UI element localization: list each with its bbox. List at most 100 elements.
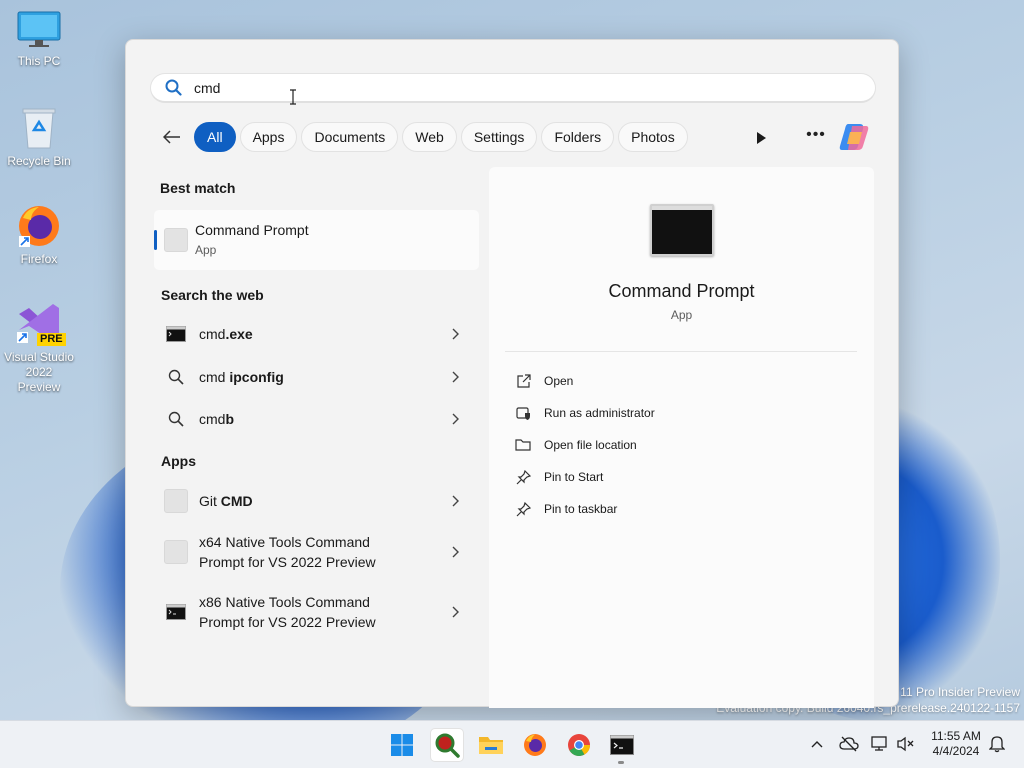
- network-monitor-icon: [871, 736, 887, 751]
- action-label: Run as administrator: [544, 406, 655, 420]
- clock-time: 11:55 AM: [931, 729, 981, 743]
- shield-icon: [515, 406, 530, 420]
- taskbar-search-button[interactable]: [431, 729, 463, 761]
- web-result-suffix: b: [225, 411, 235, 427]
- firefox-icon: [19, 206, 59, 247]
- action-label: Open file location: [544, 438, 637, 452]
- onedrive-status-button[interactable]: [838, 733, 860, 755]
- more-options-button[interactable]: •••: [804, 126, 828, 148]
- taskbar-clock[interactable]: 11:55 AM 4/4/2024: [924, 729, 988, 759]
- folder-icon: [515, 439, 531, 451]
- filter-photos[interactable]: Photos: [618, 122, 688, 152]
- chevron-right-icon: [452, 328, 459, 340]
- web-result-suffix: ipconfig: [229, 369, 284, 385]
- app-result-suffix: CMD: [220, 493, 253, 509]
- web-result-item[interactable]: cmdb: [154, 408, 479, 430]
- filter-apps[interactable]: Apps: [239, 122, 298, 152]
- action-open-file-location[interactable]: Open file location: [515, 433, 637, 457]
- copilot-icon[interactable]: [838, 122, 870, 152]
- desktop-icon-visual-studio[interactable]: PRE Visual Studio 2022 Preview: [0, 300, 78, 395]
- chevron-up-icon: [811, 741, 823, 748]
- app-result-title-line2: Prompt for VS 2022 Preview: [199, 614, 376, 630]
- search-icon: [168, 369, 184, 385]
- start-button[interactable]: [386, 729, 418, 761]
- back-button[interactable]: [156, 121, 188, 153]
- terminal-icon: [166, 604, 186, 620]
- search-web-heading: Search the web: [161, 287, 264, 303]
- web-result-prefix: cmd: [199, 326, 226, 342]
- app-result-item[interactable]: x64 Native Tools Command Prompt for VS 2…: [154, 532, 479, 572]
- taskbar-command-prompt[interactable]: [606, 729, 638, 761]
- windows-logo-icon: [391, 734, 413, 756]
- web-result-suffix: .exe: [225, 326, 253, 342]
- filter-folders[interactable]: Folders: [541, 122, 615, 152]
- filter-settings[interactable]: Settings: [460, 122, 538, 152]
- desktop-icon-label: Visual Studio 2022 Preview: [4, 350, 74, 394]
- app-result-prefix: Git: [199, 493, 221, 509]
- terminal-icon: [166, 326, 186, 342]
- action-label: Pin to taskbar: [544, 502, 618, 516]
- app-result-item[interactable]: Git CMD: [154, 488, 479, 514]
- app-placeholder-icon: [164, 228, 188, 252]
- app-result-title: x64 Native Tools Command: [199, 534, 370, 550]
- firefox-icon: [524, 734, 546, 756]
- action-label: Pin to Start: [544, 470, 604, 484]
- apps-heading: Apps: [161, 453, 196, 469]
- running-indicator: [618, 761, 624, 764]
- desktop-icon-label: Recycle Bin: [7, 154, 71, 168]
- monitor-icon: [17, 11, 61, 47]
- web-result-item[interactable]: cmd ipconfig: [154, 366, 479, 388]
- chevron-right-icon: [452, 495, 459, 507]
- bell-icon: [989, 736, 1005, 753]
- preview-subtitle: App: [670, 308, 693, 322]
- recycle-bin-icon: [22, 108, 56, 149]
- pin-icon: [516, 469, 531, 484]
- web-result-item[interactable]: cmd.exe: [154, 323, 479, 345]
- show-hidden-icons-button[interactable]: [806, 733, 828, 755]
- filter-documents[interactable]: Documents: [301, 122, 399, 152]
- desktop-icon-firefox[interactable]: Firefox: [0, 204, 78, 267]
- filter-web[interactable]: Web: [402, 122, 457, 152]
- watermark-edition: 11 Pro Insider Preview: [900, 685, 1020, 699]
- search-input[interactable]: [194, 79, 794, 96]
- app-result-item[interactable]: x86 Native Tools Command Prompt for VS 2…: [154, 592, 479, 632]
- web-result-prefix: cmd: [199, 369, 230, 385]
- desktop-icon-this-pc[interactable]: This PC: [0, 10, 78, 69]
- action-pin-to-taskbar[interactable]: Pin to taskbar: [515, 497, 617, 521]
- taskbar-file-explorer[interactable]: [475, 729, 507, 761]
- preview-pane: Command Prompt App Open Run as administr…: [489, 167, 874, 708]
- search-icon: [168, 411, 184, 427]
- action-label: Open: [544, 374, 574, 388]
- play-icon[interactable]: [751, 128, 771, 148]
- search-box[interactable]: [150, 73, 876, 103]
- chevron-right-icon: [452, 413, 459, 425]
- taskbar: [0, 720, 1024, 768]
- action-pin-to-start[interactable]: Pin to Start: [515, 465, 603, 489]
- best-match-subtitle: App: [195, 243, 217, 257]
- open-external-icon: [516, 373, 531, 388]
- desktop-icon-recycle-bin[interactable]: Recycle Bin: [0, 106, 78, 169]
- selection-accent: [154, 230, 157, 250]
- arrow-left-icon: [163, 130, 180, 144]
- volume-status-button[interactable]: [895, 733, 917, 755]
- speaker-muted-icon: [897, 736, 914, 752]
- folder-icon: [479, 737, 503, 754]
- chrome-icon: [568, 734, 590, 756]
- action-run-as-admin[interactable]: Run as administrator: [515, 401, 655, 425]
- app-result-title-line2: Prompt for VS 2022 Preview: [199, 554, 376, 570]
- filter-all[interactable]: All: [194, 122, 236, 152]
- clock-date: 4/4/2024: [932, 744, 980, 758]
- pin-icon: [516, 501, 531, 516]
- chevron-right-icon: [452, 371, 459, 383]
- preview-title: Command Prompt: [608, 281, 755, 301]
- notifications-button[interactable]: [986, 733, 1008, 755]
- action-open[interactable]: Open: [515, 369, 573, 393]
- best-match-item[interactable]: Command Prompt App: [154, 210, 479, 270]
- chevron-right-icon: [452, 606, 459, 618]
- cloud-offline-icon: [839, 736, 859, 752]
- taskbar-firefox[interactable]: [519, 729, 551, 761]
- network-status-button[interactable]: [870, 733, 892, 755]
- taskbar-chrome[interactable]: [563, 729, 595, 761]
- app-result-title: x86 Native Tools Command: [199, 594, 370, 610]
- preview-divider: [505, 351, 857, 352]
